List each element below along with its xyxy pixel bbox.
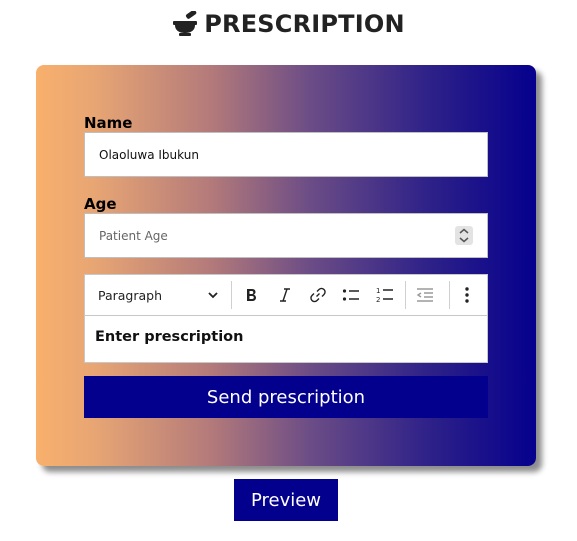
toolbar-divider xyxy=(231,281,232,309)
age-label: Age xyxy=(84,195,117,213)
name-field[interactable]: Olaoluwa Ibukun xyxy=(84,132,488,177)
toolbar-divider xyxy=(405,281,406,309)
preview-button[interactable]: Preview xyxy=(234,479,338,521)
number-stepper-icon[interactable] xyxy=(455,226,473,245)
bulleted-list-icon[interactable] xyxy=(340,284,362,306)
more-vertical-icon[interactable] xyxy=(456,284,478,306)
send-prescription-button[interactable]: Send prescription xyxy=(84,376,488,418)
svg-text:1: 1 xyxy=(376,287,380,295)
mortar-pestle-icon xyxy=(172,9,198,37)
editor-content[interactable]: Enter prescription xyxy=(95,329,243,345)
italic-icon[interactable] xyxy=(274,284,296,306)
chevron-down-icon[interactable] xyxy=(206,288,220,307)
age-field[interactable]: Patient Age xyxy=(84,213,488,258)
page-title: PRESCRIPTION xyxy=(204,10,405,38)
bold-icon[interactable] xyxy=(240,284,262,306)
link-icon[interactable] xyxy=(307,284,329,306)
block-type-dropdown[interactable]: Paragraph xyxy=(98,275,162,315)
toolbar-divider xyxy=(449,281,450,309)
svg-text:2: 2 xyxy=(376,296,380,304)
block-type-label: Paragraph xyxy=(98,287,163,303)
prescription-editor[interactable]: Paragraph 12 Enter prescription xyxy=(84,274,488,363)
name-label: Name xyxy=(84,114,133,132)
editor-toolbar: Paragraph 12 xyxy=(85,275,487,316)
page: PRESCRIPTION Name Olaoluwa Ibukun Age Pa… xyxy=(0,0,577,541)
page-header: PRESCRIPTION xyxy=(0,9,577,38)
numbered-list-icon[interactable]: 12 xyxy=(374,284,396,306)
outdent-icon[interactable] xyxy=(414,284,436,306)
age-placeholder: Patient Age xyxy=(99,228,168,243)
